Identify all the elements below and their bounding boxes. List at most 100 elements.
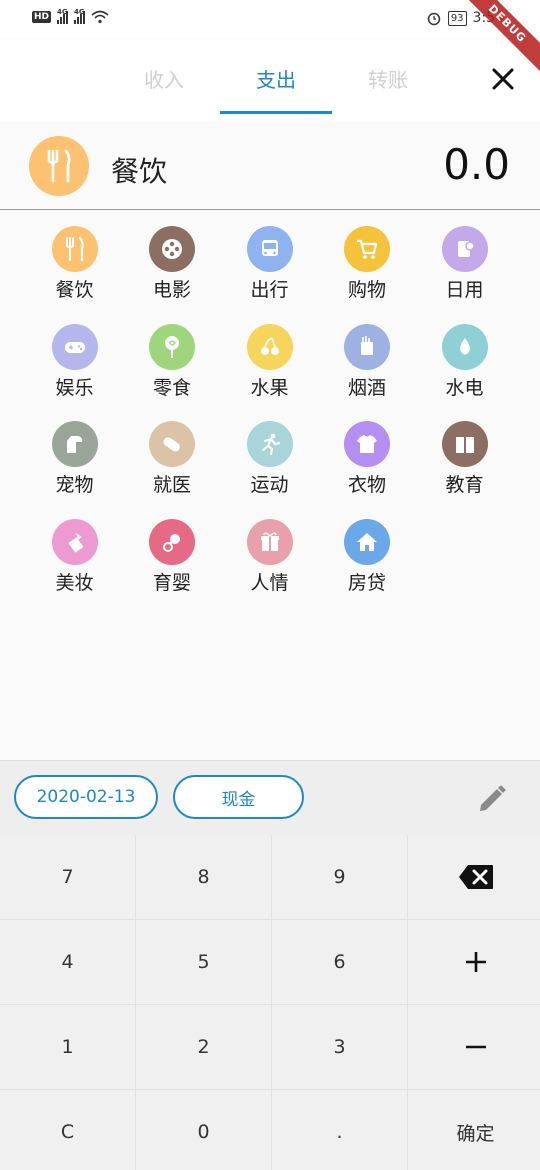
date-chip[interactable]: 2020-02-13 <box>14 775 158 819</box>
category-item[interactable]: 购物 <box>319 222 416 318</box>
category-item[interactable]: 日用 <box>416 222 513 318</box>
cherry-icon <box>246 323 293 370</box>
key-9[interactable]: 9 <box>272 835 407 919</box>
category-label: 育婴 <box>152 571 191 594</box>
key-6[interactable]: 6 <box>272 920 407 1004</box>
sim2-label: 4G <box>74 8 85 16</box>
key-4[interactable]: 4 <box>0 920 135 1004</box>
category-label: 宠物 <box>55 474 94 496</box>
tshirt-icon <box>344 421 390 467</box>
selected-category-name: 餐饮 <box>111 155 168 188</box>
alarm-icon <box>427 12 441 26</box>
key-minus[interactable] <box>408 1005 540 1089</box>
pacifier-icon <box>149 518 195 565</box>
category-label: 房贷 <box>347 571 386 594</box>
category-item[interactable]: 就医 <box>124 417 221 513</box>
cigarette-icon <box>344 323 390 370</box>
category-item[interactable]: 水电 <box>416 320 513 416</box>
battery-indicator: 93 <box>447 10 467 26</box>
category-item[interactable]: 衣物 <box>319 417 416 513</box>
category-label: 运动 <box>250 474 289 496</box>
key-8[interactable]: 8 <box>136 835 271 919</box>
category-label: 烟酒 <box>347 376 386 399</box>
gift-icon <box>246 518 293 565</box>
key-clear[interactable]: C <box>0 1090 135 1170</box>
category-item[interactable]: 娱乐 <box>26 320 123 416</box>
category-item[interactable]: 房贷 <box>319 515 416 611</box>
category-label: 娱乐 <box>55 376 94 399</box>
pencil-icon[interactable] <box>476 783 508 815</box>
category-label: 人情 <box>250 571 289 594</box>
category-item[interactable]: 育婴 <box>124 515 221 611</box>
gamepad-icon <box>51 323 98 370</box>
category-label: 电影 <box>152 279 191 301</box>
key-5[interactable]: 5 <box>136 920 271 1004</box>
house-icon <box>344 518 390 565</box>
hd-badge: HD <box>32 11 52 23</box>
category-item[interactable]: 宠物 <box>26 417 123 513</box>
category-label: 出行 <box>250 279 289 301</box>
status-left: HD 4G 4G <box>32 8 109 24</box>
film-reel-icon <box>149 226 195 272</box>
pet-icon <box>51 421 98 467</box>
tab-indicator <box>220 111 332 114</box>
sim1-label: 4G <box>57 8 68 16</box>
account-chip[interactable]: 现金 <box>173 775 304 819</box>
category-label: 美妆 <box>55 571 94 594</box>
category-label: 水电 <box>445 376 484 399</box>
plus-icon <box>465 952 486 972</box>
signal-icon: 4G <box>57 8 69 24</box>
category-item[interactable]: 教育 <box>416 417 513 513</box>
key-3[interactable]: 3 <box>272 1005 407 1089</box>
confirm-button[interactable]: 确定 <box>408 1090 540 1170</box>
signal-icon-2: 4G <box>74 8 86 24</box>
amount-display: 0.0 <box>443 140 510 189</box>
lipstick-icon <box>51 518 98 565</box>
keypad: 7 8 9 4 5 6 1 2 3 C 0 . 确定 <box>0 835 540 1170</box>
fork-knife-icon <box>29 136 89 196</box>
category-label: 教育 <box>445 474 484 496</box>
tab-income[interactable]: 收入 <box>108 64 220 93</box>
key-dot[interactable]: . <box>272 1090 407 1170</box>
fork-knife-icon <box>51 226 98 272</box>
key-backspace[interactable] <box>408 835 540 919</box>
category-item[interactable]: 电影 <box>124 222 221 318</box>
category-item[interactable]: 出行 <box>221 222 318 318</box>
category-item[interactable]: 零食 <box>124 320 221 416</box>
pill-icon <box>149 421 195 467</box>
tab-transfer[interactable]: 转账 <box>332 64 444 93</box>
category-item[interactable]: 运动 <box>221 417 318 513</box>
tab-expense[interactable]: 支出 <box>220 64 332 93</box>
status-bar: HD 4G 4G 93 3:54 <box>0 0 540 40</box>
key-1[interactable]: 1 <box>0 1005 135 1089</box>
minus-icon <box>465 1045 486 1049</box>
cart-icon <box>344 226 390 272</box>
close-icon[interactable] <box>486 62 520 96</box>
category-label: 就医 <box>152 474 191 496</box>
type-tab-bar: 收入 支出 转账 <box>0 40 540 122</box>
category-item[interactable]: 烟酒 <box>319 320 416 416</box>
key-7[interactable]: 7 <box>0 835 135 919</box>
bus-icon <box>246 226 293 272</box>
key-plus[interactable] <box>408 920 540 1004</box>
key-0[interactable]: 0 <box>136 1090 271 1170</box>
selected-category-row: 餐饮 0.0 <box>0 122 540 210</box>
input-panel: 2020-02-13 现金 7 8 9 4 5 6 1 2 3 C 0 . 确定 <box>0 760 540 1170</box>
category-item[interactable]: 美妆 <box>26 515 123 611</box>
category-label: 零食 <box>152 376 191 399</box>
category-label: 购物 <box>347 279 386 301</box>
book-icon <box>441 421 488 467</box>
category-item[interactable]: 餐饮 <box>26 222 123 318</box>
wifi-icon <box>91 10 109 24</box>
category-label: 餐饮 <box>55 279 94 301</box>
lollipop-icon <box>149 323 195 370</box>
category-label: 日用 <box>445 279 484 301</box>
running-icon <box>246 421 293 467</box>
tissue-icon <box>441 226 488 272</box>
category-item[interactable]: 水果 <box>221 320 318 416</box>
backspace-icon <box>458 865 493 889</box>
category-item[interactable]: 人情 <box>221 515 318 611</box>
category-label: 水果 <box>250 376 289 399</box>
water-drop-icon <box>441 323 488 370</box>
key-2[interactable]: 2 <box>136 1005 271 1089</box>
